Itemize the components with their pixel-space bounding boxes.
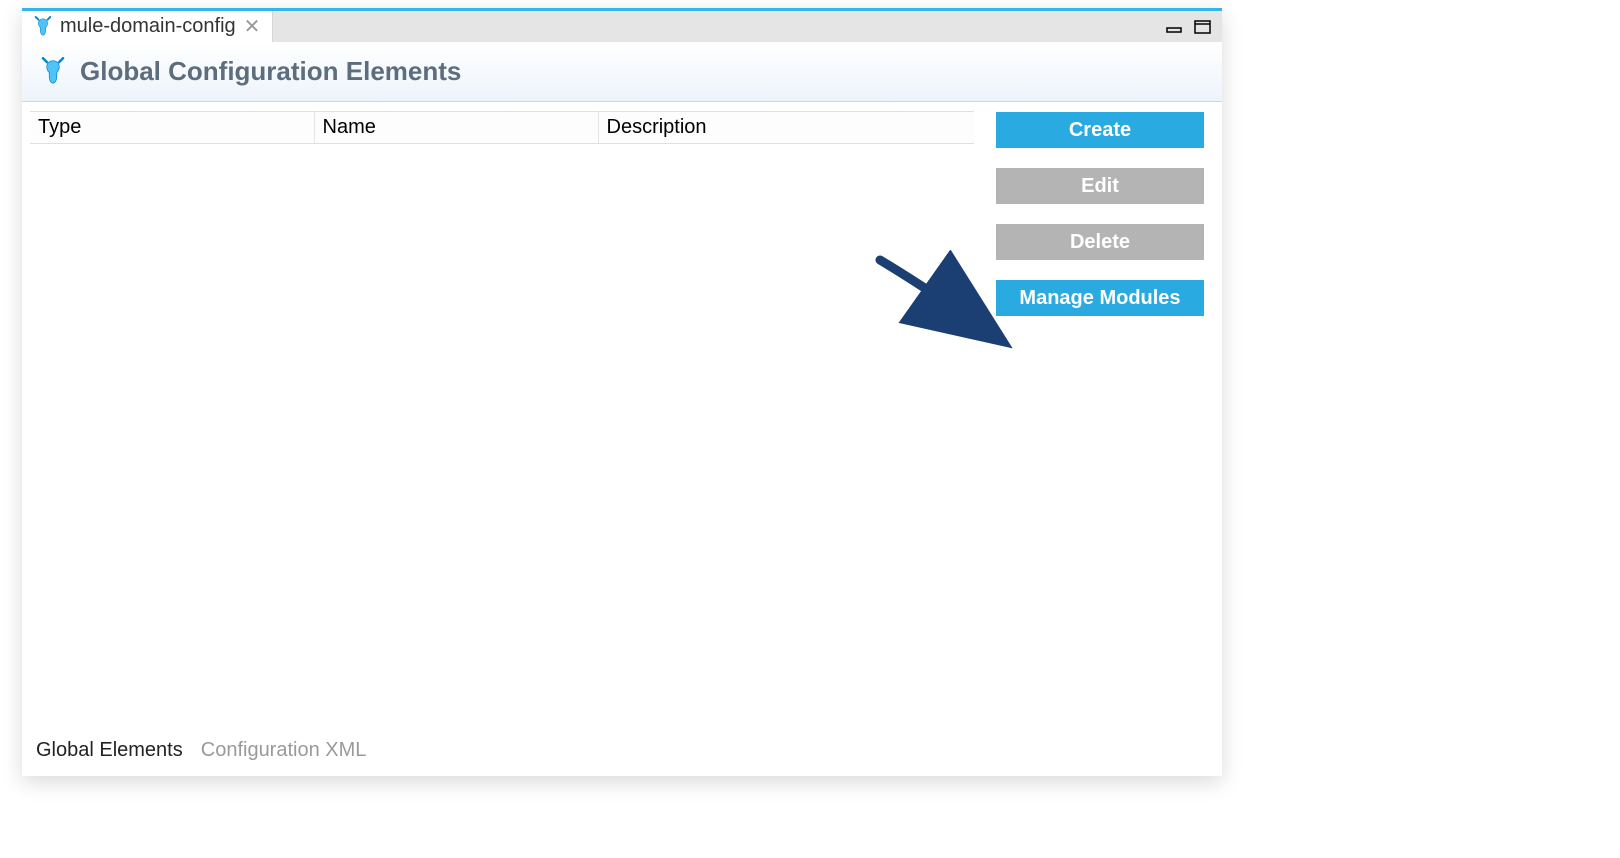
close-tab-icon[interactable]: ✕ xyxy=(242,17,263,37)
content-area: Global Configuration Elements Type Name … xyxy=(22,42,1222,776)
column-header-type[interactable]: Type xyxy=(30,112,314,144)
page-header: Global Configuration Elements xyxy=(22,42,1222,102)
column-header-name[interactable]: Name xyxy=(314,112,598,144)
maximize-icon[interactable] xyxy=(1194,20,1212,34)
manage-modules-button[interactable]: Manage Modules xyxy=(996,280,1204,316)
minimize-icon[interactable] xyxy=(1166,20,1184,34)
bottom-tab-configuration-xml[interactable]: Configuration XML xyxy=(201,739,367,762)
bottom-tab-global-elements[interactable]: Global Elements xyxy=(36,739,183,762)
main-body: Type Name Description Create Edit Delete… xyxy=(22,102,1222,731)
create-button[interactable]: Create xyxy=(996,112,1204,148)
mule-icon xyxy=(32,16,54,38)
bottom-tabs: Global Elements Configuration XML xyxy=(22,731,1222,776)
button-panel: Create Edit Delete Manage Modules xyxy=(996,111,1214,731)
delete-button: Delete xyxy=(996,224,1204,260)
editor-tab-mule-domain-config[interactable]: mule-domain-config ✕ xyxy=(22,11,273,42)
tab-bar: mule-domain-config ✕ xyxy=(22,8,1222,42)
edit-button: Edit xyxy=(996,168,1204,204)
configuration-table[interactable]: Type Name Description xyxy=(30,111,974,731)
column-header-description[interactable]: Description xyxy=(598,112,974,144)
page-title: Global Configuration Elements xyxy=(80,56,461,87)
window-controls xyxy=(1166,11,1222,42)
mule-icon xyxy=(38,57,68,87)
tab-label: mule-domain-config xyxy=(60,15,236,38)
editor-panel: mule-domain-config ✕ xyxy=(22,8,1222,776)
